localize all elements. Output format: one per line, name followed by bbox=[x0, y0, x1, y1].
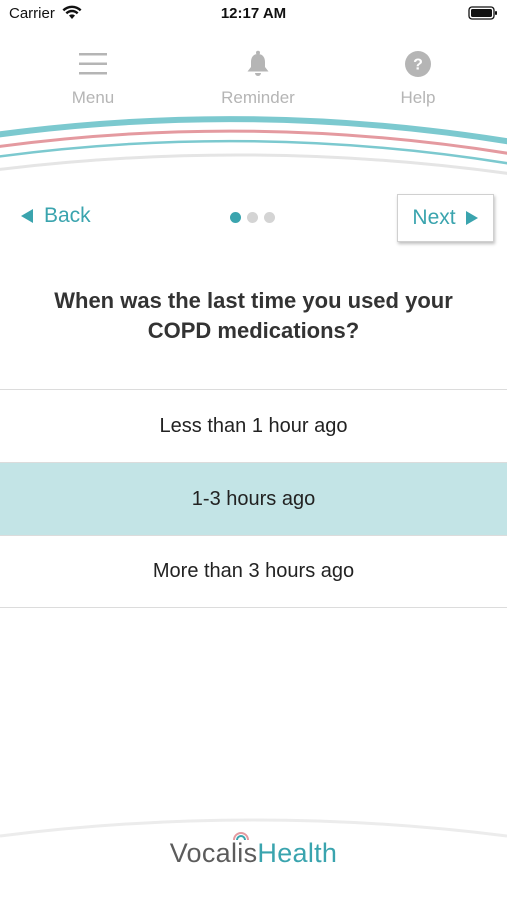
pager: Back Next bbox=[0, 194, 507, 242]
triangle-right-icon bbox=[465, 211, 478, 225]
page-dot-2 bbox=[247, 212, 258, 223]
option-label: 1-3 hours ago bbox=[191, 487, 316, 510]
help-label: Help bbox=[400, 88, 436, 107]
next-button[interactable]: Next bbox=[397, 194, 494, 242]
hamburger-icon bbox=[79, 53, 107, 75]
page-indicator bbox=[230, 212, 281, 223]
reminder-label: Reminder bbox=[221, 88, 295, 107]
menu-button[interactable]: Menu bbox=[33, 44, 153, 108]
logo-text-is-label: is bbox=[237, 838, 258, 868]
status-bar: Carrier 12:17 AM bbox=[0, 0, 507, 28]
reminder-button[interactable]: Reminder bbox=[198, 44, 318, 108]
bell-icon bbox=[247, 50, 269, 76]
top-navigation: Menu Reminder ? Help bbox=[0, 44, 507, 114]
vocalis-health-logo: Vocal isHealth bbox=[0, 832, 507, 869]
option-1-3-hours[interactable]: 1-3 hours ago bbox=[0, 462, 507, 535]
page-dot-3 bbox=[264, 212, 275, 223]
logo-text-vocal: Vocal bbox=[169, 838, 238, 868]
option-more-than-3-hours[interactable]: More than 3 hours ago bbox=[0, 535, 507, 608]
sound-wave-icon bbox=[233, 832, 250, 841]
page-dot-1 bbox=[230, 212, 241, 223]
option-label: More than 3 hours ago bbox=[152, 560, 355, 582]
logo-text-health: Health bbox=[257, 838, 338, 868]
decorative-arc-lines bbox=[0, 116, 507, 175]
option-label: Less than 1 hour ago bbox=[159, 414, 348, 437]
svg-text:?: ? bbox=[413, 57, 423, 74]
back-label: Back bbox=[44, 204, 91, 227]
status-time: 12:17 AM bbox=[220, 5, 287, 22]
question-text: When was the last time you used your COP… bbox=[54, 288, 453, 343]
logo-text-is: is bbox=[233, 832, 258, 869]
battery-icon bbox=[468, 6, 497, 20]
answer-options: Less than 1 hour ago 1-3 hours ago More … bbox=[0, 389, 507, 608]
back-button[interactable]: Back bbox=[20, 204, 91, 228]
menu-label: Menu bbox=[71, 88, 115, 107]
option-less-than-1-hour[interactable]: Less than 1 hour ago bbox=[0, 389, 507, 462]
triangle-left-icon bbox=[21, 209, 33, 223]
next-label: Next bbox=[412, 206, 456, 229]
question-circle-icon: ? bbox=[405, 51, 431, 77]
help-button[interactable]: ? Help bbox=[358, 44, 478, 108]
